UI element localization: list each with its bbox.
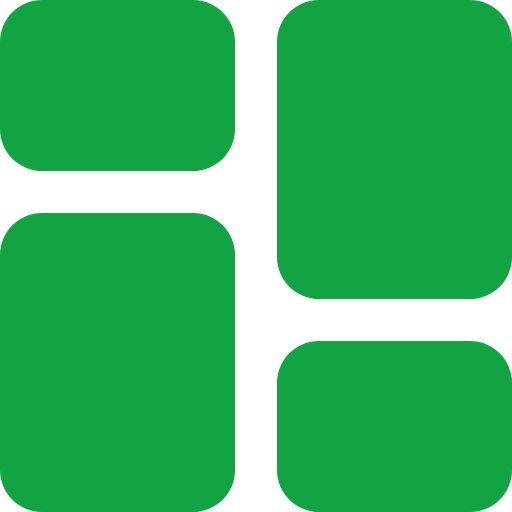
top-left-tile <box>0 0 235 171</box>
top-right-tile <box>277 0 512 299</box>
bottom-right-tile <box>277 341 512 512</box>
dashboard-layout-svg <box>0 0 512 512</box>
bottom-left-tile <box>0 213 235 512</box>
dashboard-layout-icon <box>0 0 512 512</box>
